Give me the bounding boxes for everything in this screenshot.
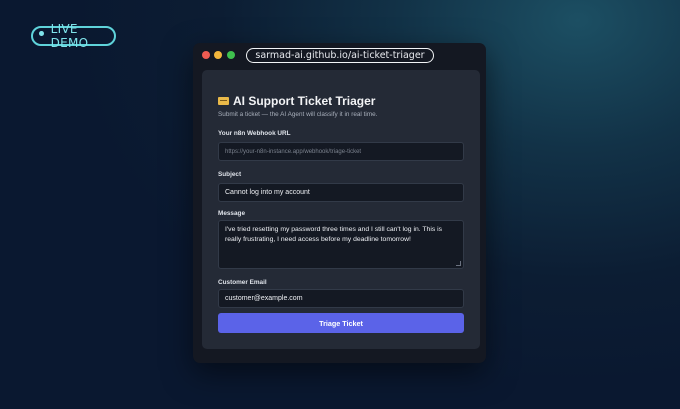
page-subtitle: Submit a ticket — the AI Agent will clas…	[218, 111, 378, 118]
webhook-url-input[interactable]: https://your-n8n-instance.app/webhook/tr…	[218, 142, 464, 161]
close-window-icon[interactable]	[202, 51, 210, 59]
ticket-icon	[218, 97, 229, 105]
page-title: AI Support Ticket Triager	[218, 94, 375, 108]
browser-window: sarmad-ai.github.io/ai-ticket-triager AI…	[193, 43, 486, 363]
live-demo-label: LIVE DEMO	[50, 22, 89, 50]
resize-handle-icon[interactable]	[456, 261, 461, 266]
customer-email-input[interactable]: customer@example.com	[218, 289, 464, 308]
minimize-window-icon[interactable]	[214, 51, 222, 59]
customer-email-label: Customer Email	[218, 279, 267, 286]
subject-input[interactable]: Cannot log into my account	[218, 183, 464, 202]
page-title-text: AI Support Ticket Triager	[233, 94, 376, 108]
live-demo-badge: LIVE DEMO	[31, 22, 116, 50]
triage-ticket-button[interactable]: Triage Ticket	[218, 313, 464, 333]
message-textarea[interactable]: I've tried resetting my password three t…	[218, 220, 464, 269]
subject-label: Subject	[218, 171, 242, 178]
browser-titlebar: sarmad-ai.github.io/ai-ticket-triager	[193, 43, 486, 69]
webhook-url-label: Your n8n Webhook URL	[218, 130, 291, 137]
live-indicator-icon	[39, 30, 44, 36]
message-label: Message	[218, 210, 245, 217]
message-text: I've tried resetting my password three t…	[225, 226, 443, 243]
maximize-window-icon[interactable]	[227, 51, 235, 59]
triage-form-card: AI Support Ticket Triager Submit a ticke…	[202, 70, 480, 349]
address-bar[interactable]: sarmad-ai.github.io/ai-ticket-triager	[246, 48, 434, 63]
